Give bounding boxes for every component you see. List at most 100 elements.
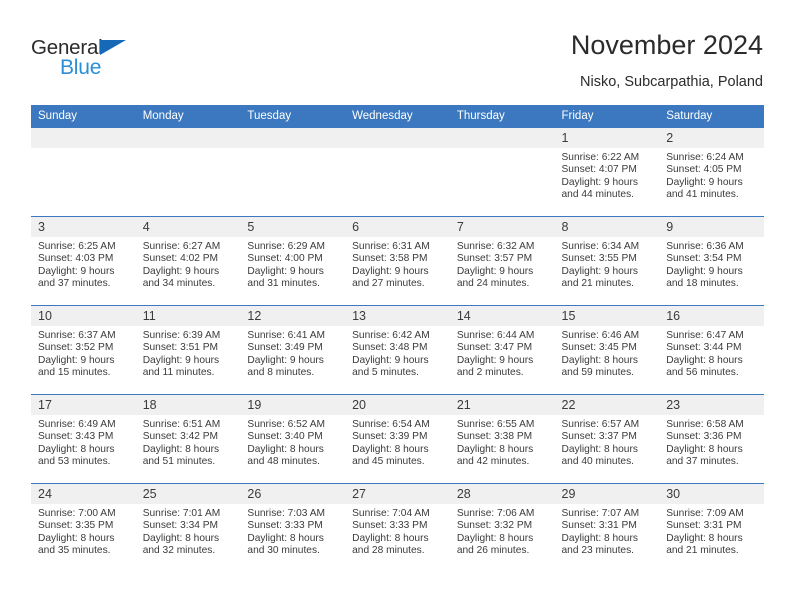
sun-info: Sunrise: 6:47 AM Sunset: 3:44 PM Daylight:…: [659, 326, 764, 380]
weekday-header-row: Sunday Monday Tuesday Wednesday Thursday…: [31, 105, 764, 128]
sunrise-line: Sunrise: 6:27 AM: [142, 241, 221, 252]
calendar-day-cell-empty: [449, 128, 555, 217]
day-number: 15: [554, 306, 660, 326]
calendar-week-row: 17 Sunrise: 6:49 AM Sunset: 3:43 PM Dayligh…: [31, 394, 764, 484]
calendar-day-cell[interactable]: 28 Sunrise: 7:06 AM Sunset: 3:32 PM Dayligh…: [449, 483, 555, 572]
calendar-day-cell[interactable]: 23 Sunrise: 6:58 AM Sunset: 3:36 PM Dayligh…: [659, 394, 764, 484]
calendar-day-cell[interactable]: 29 Sunrise: 7:07 AM Sunset: 3:31 PM Dayligh…: [554, 483, 660, 572]
sun-info: Sunrise: 6:34 AM Sunset: 3:55 PM Daylight:…: [555, 237, 660, 291]
weekday-header-thursday: Thursday: [449, 105, 555, 128]
day-number: 26: [240, 484, 346, 504]
sunset-line: Sunset: 4:02 PM: [142, 253, 219, 265]
calendar-day-cell[interactable]: 18 Sunrise: 6:51 AM Sunset: 3:42 PM Dayligh…: [135, 394, 241, 484]
sunrise-line: Sunrise: 6:22 AM: [561, 152, 640, 163]
location-subtitle: Nisko, Subcarpathia, Poland: [580, 74, 763, 90]
daylight-line-1: Daylight: 8 hours: [561, 443, 638, 455]
daylight-line-2: and 53 minutes.: [38, 456, 111, 468]
day-number: 11: [135, 306, 241, 326]
daylight-line-1: Daylight: 9 hours: [142, 354, 220, 366]
day-number: 2: [659, 128, 764, 148]
sunset-line: Sunset: 4:07 PM: [561, 164, 637, 176]
calendar-day-cell[interactable]: 12 Sunrise: 6:41 AM Sunset: 3:49 PM Dayligh…: [240, 305, 346, 395]
calendar-day-cell[interactable]: 3 Sunrise: 6:25 AM Sunset: 4:03 PM Daylight…: [31, 216, 136, 306]
calendar-day-cell[interactable]: 14 Sunrise: 6:44 AM Sunset: 3:47 PM Dayligh…: [449, 305, 555, 395]
sunrise-line: Sunrise: 6:32 AM: [456, 241, 535, 252]
calendar-day-cell[interactable]: 21 Sunrise: 6:55 AM Sunset: 3:38 PM Dayligh…: [449, 394, 555, 484]
daylight-line-2: and 27 minutes.: [352, 278, 425, 290]
calendar-body: 1 Sunrise: 6:22 AM Sunset: 4:07 PM Daylight…: [31, 128, 764, 572]
sunrise-line: Sunrise: 6:42 AM: [352, 330, 430, 341]
calendar-day-cell[interactable]: 8 Sunrise: 6:34 AM Sunset: 3:55 PM Daylight…: [554, 216, 660, 306]
day-number: 1: [554, 128, 660, 148]
sunset-line: Sunset: 3:40 PM: [247, 431, 323, 443]
sunrise-line: Sunrise: 6:24 AM: [666, 152, 744, 163]
sunrise-line: Sunrise: 7:03 AM: [247, 508, 325, 519]
sunset-line: Sunset: 3:45 PM: [561, 342, 637, 354]
day-number: 20: [345, 395, 450, 415]
day-number: 19: [240, 395, 346, 415]
sunrise-line: Sunrise: 6:46 AM: [561, 330, 640, 341]
calendar-day-cell[interactable]: 4 Sunrise: 6:27 AM Sunset: 4:02 PM Daylight…: [135, 216, 241, 306]
daylight-line-1: Daylight: 9 hours: [561, 265, 638, 277]
calendar-day-cell[interactable]: 27 Sunrise: 7:04 AM Sunset: 3:33 PM Dayligh…: [345, 483, 450, 572]
calendar-day-cell[interactable]: 2 Sunrise: 6:24 AM Sunset: 4:05 PM Daylight…: [659, 128, 764, 217]
general-blue-logo[interactable]: General Blue: [31, 36, 211, 88]
calendar-day-cell[interactable]: 1 Sunrise: 6:22 AM Sunset: 4:07 PM Daylight…: [554, 128, 660, 217]
sun-info: Sunrise: 6:39 AM Sunset: 3:51 PM Daylight:…: [136, 326, 241, 380]
sun-info: Sunrise: 7:07 AM Sunset: 3:31 PM Daylight:…: [555, 504, 660, 558]
calendar-day-cell[interactable]: 7 Sunrise: 6:32 AM Sunset: 3:57 PM Daylight…: [449, 216, 555, 306]
day-number: 27: [345, 484, 450, 504]
daylight-line-1: Daylight: 9 hours: [142, 265, 220, 277]
sun-info: Sunrise: 6:37 AM Sunset: 3:52 PM Daylight:…: [31, 326, 136, 380]
daylight-line-1: Daylight: 8 hours: [352, 532, 429, 544]
calendar-day-cell[interactable]: 30 Sunrise: 7:09 AM Sunset: 3:31 PM Dayligh…: [659, 483, 764, 572]
calendar-day-cell[interactable]: 9 Sunrise: 6:36 AM Sunset: 3:54 PM Daylight…: [659, 216, 764, 306]
calendar-day-cell[interactable]: 17 Sunrise: 6:49 AM Sunset: 3:43 PM Dayligh…: [31, 394, 136, 484]
sunrise-line: Sunrise: 7:04 AM: [352, 508, 430, 519]
calendar-day-cell-empty: [345, 128, 450, 217]
daylight-line-1: Daylight: 8 hours: [666, 354, 743, 366]
sunrise-line: Sunrise: 6:41 AM: [247, 330, 325, 341]
calendar-day-cell[interactable]: 5 Sunrise: 6:29 AM Sunset: 4:00 PM Daylight…: [240, 216, 346, 306]
calendar-day-cell[interactable]: 24 Sunrise: 7:00 AM Sunset: 3:35 PM Dayligh…: [31, 483, 136, 572]
day-number: [135, 128, 241, 148]
daylight-line-2: and 21 minutes.: [666, 545, 739, 557]
sunrise-line: Sunrise: 6:54 AM: [352, 419, 430, 430]
calendar-day-cell-empty: [240, 128, 346, 217]
daylight-line-2: and 37 minutes.: [666, 456, 739, 468]
daylight-line-2: and 28 minutes.: [352, 545, 425, 557]
day-number: 29: [554, 484, 660, 504]
sunset-line: Sunset: 3:34 PM: [142, 520, 219, 532]
sunset-line: Sunset: 4:00 PM: [247, 253, 323, 265]
sunrise-line: Sunrise: 7:01 AM: [142, 508, 221, 519]
sun-info: Sunrise: 6:42 AM Sunset: 3:48 PM Daylight:…: [345, 326, 450, 380]
sun-info: Sunrise: 7:01 AM Sunset: 3:34 PM Daylight:…: [136, 504, 241, 558]
day-number: 10: [31, 306, 136, 326]
calendar-day-cell[interactable]: 11 Sunrise: 6:39 AM Sunset: 3:51 PM Dayligh…: [135, 305, 241, 395]
sun-info: Sunrise: 6:49 AM Sunset: 3:43 PM Daylight:…: [31, 415, 136, 469]
calendar-day-cell[interactable]: 10 Sunrise: 6:37 AM Sunset: 3:52 PM Dayligh…: [31, 305, 136, 395]
day-number: 6: [345, 217, 450, 237]
calendar-day-cell[interactable]: 6 Sunrise: 6:31 AM Sunset: 3:58 PM Daylight…: [345, 216, 450, 306]
day-number: 16: [659, 306, 764, 326]
weekday-header-wednesday: Wednesday: [345, 105, 450, 128]
calendar-day-cell[interactable]: 26 Sunrise: 7:03 AM Sunset: 3:33 PM Dayligh…: [240, 483, 346, 572]
daylight-line-2: and 34 minutes.: [142, 278, 216, 290]
calendar-day-cell[interactable]: 20 Sunrise: 6:54 AM Sunset: 3:39 PM Dayligh…: [345, 394, 450, 484]
sunset-line: Sunset: 3:43 PM: [38, 431, 114, 443]
calendar-week-row: 1 Sunrise: 6:22 AM Sunset: 4:07 PM Daylight…: [31, 128, 764, 217]
calendar-day-cell[interactable]: 15 Sunrise: 6:46 AM Sunset: 3:45 PM Dayligh…: [554, 305, 660, 395]
calendar-day-cell[interactable]: 22 Sunrise: 6:57 AM Sunset: 3:37 PM Dayligh…: [554, 394, 660, 484]
day-number: 25: [135, 484, 241, 504]
calendar-week-row: 24 Sunrise: 7:00 AM Sunset: 3:35 PM Dayligh…: [31, 483, 764, 572]
sun-info: Sunrise: 6:52 AM Sunset: 3:40 PM Daylight:…: [240, 415, 345, 469]
daylight-line-1: Daylight: 8 hours: [666, 532, 743, 544]
calendar-week-row: 3 Sunrise: 6:25 AM Sunset: 4:03 PM Daylight…: [31, 216, 764, 306]
day-number: 13: [345, 306, 450, 326]
calendar-day-cell[interactable]: 13 Sunrise: 6:42 AM Sunset: 3:48 PM Dayligh…: [345, 305, 450, 395]
daylight-line-2: and 41 minutes.: [666, 189, 739, 201]
calendar-day-cell[interactable]: 19 Sunrise: 6:52 AM Sunset: 3:40 PM Dayligh…: [240, 394, 346, 484]
calendar-day-cell[interactable]: 16 Sunrise: 6:47 AM Sunset: 3:44 PM Dayligh…: [659, 305, 764, 395]
sunset-line: Sunset: 3:39 PM: [352, 431, 428, 443]
calendar-day-cell[interactable]: 25 Sunrise: 7:01 AM Sunset: 3:34 PM Dayligh…: [135, 483, 241, 572]
